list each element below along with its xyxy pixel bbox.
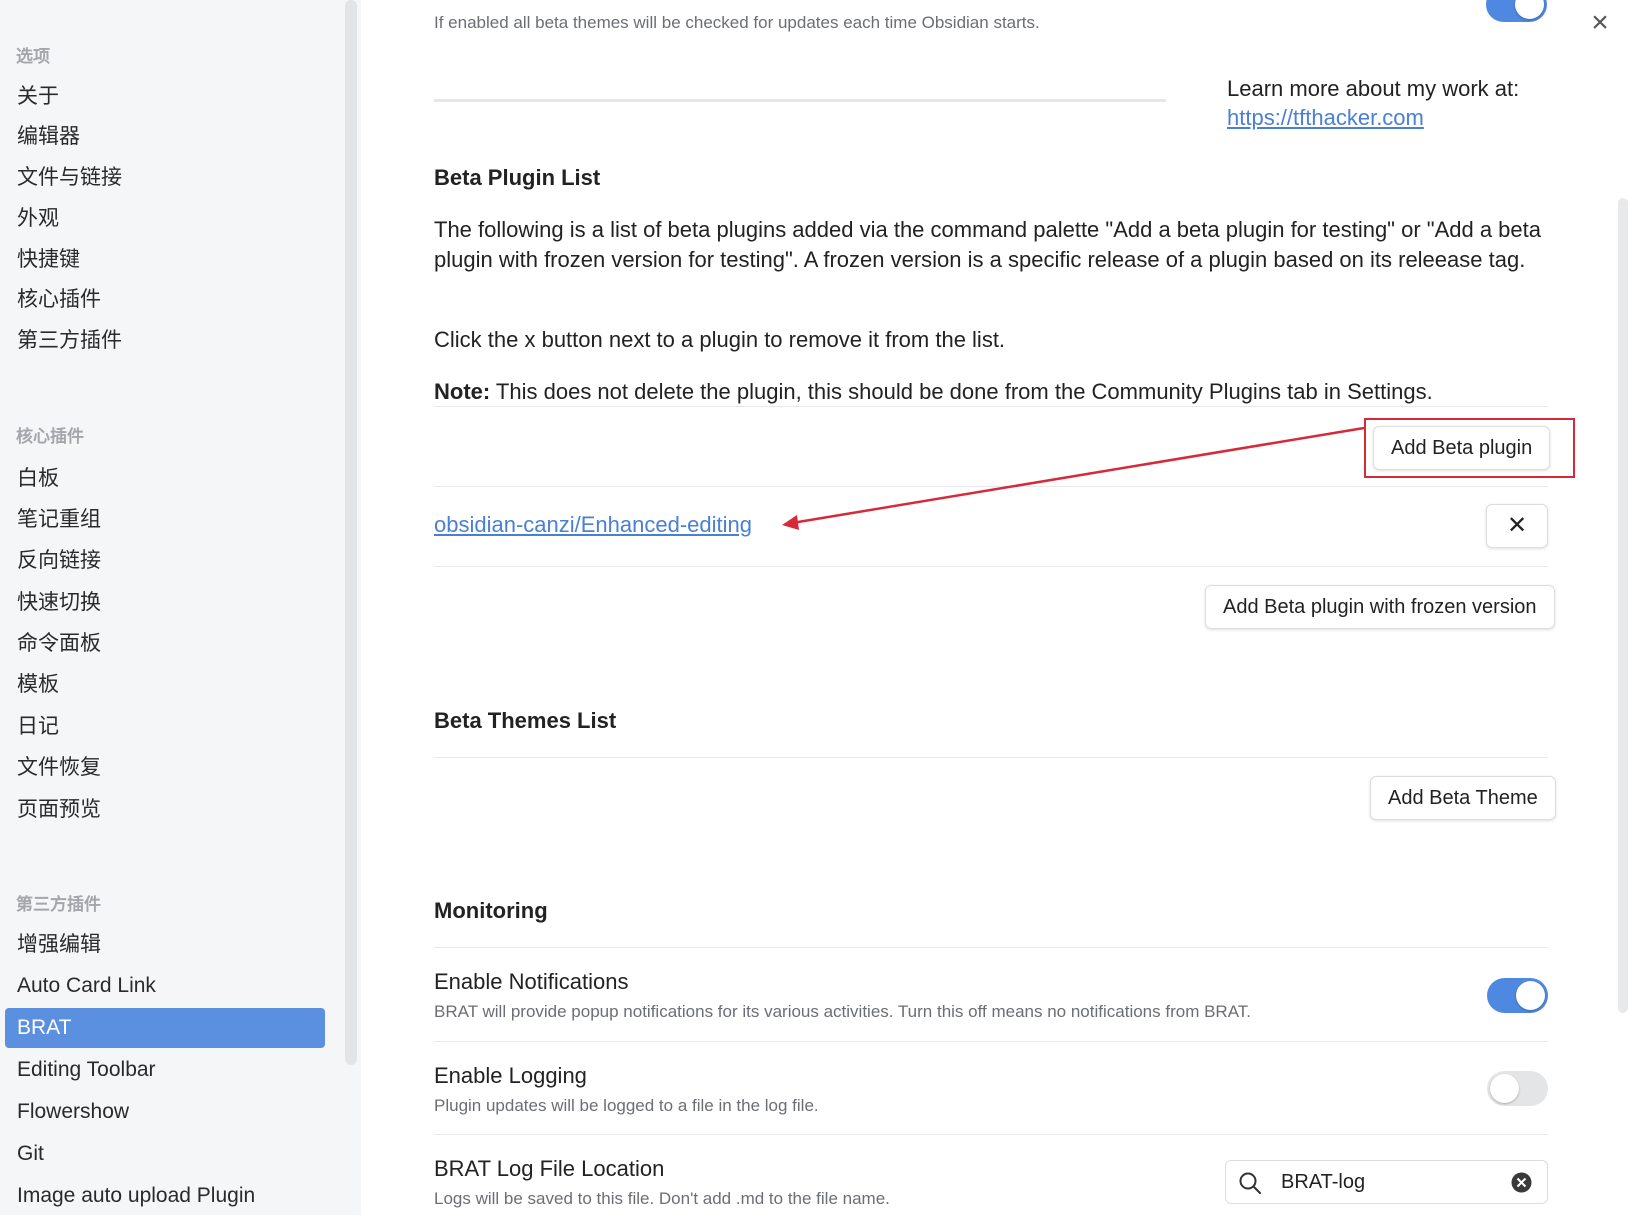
enable-logging-description: Plugin updates will be logged to a file …	[434, 1096, 819, 1115]
enable-notifications-toggle[interactable]	[1487, 978, 1548, 1013]
log-location-description: Logs will be saved to this file. Don't a…	[434, 1189, 890, 1208]
enable-notifications-description: BRAT will provide popup notifications fo…	[434, 1002, 1251, 1021]
divider	[434, 757, 1548, 758]
divider	[434, 566, 1548, 567]
page-scrollbar[interactable]	[1618, 198, 1628, 1013]
log-location-input[interactable]: BRAT-log	[1225, 1160, 1548, 1204]
clear-input-icon[interactable]	[1511, 1172, 1532, 1193]
enable-notifications-name: Enable Notifications	[434, 969, 629, 994]
add-beta-theme-button[interactable]: Add Beta Theme	[1370, 776, 1556, 820]
search-icon	[1239, 1172, 1261, 1194]
beta-themes-list-heading: Beta Themes List	[434, 708, 617, 733]
divider	[434, 1041, 1548, 1042]
toggle-knob	[1516, 981, 1545, 1010]
divider	[434, 947, 1548, 948]
add-frozen-plugin-button[interactable]: Add Beta plugin with frozen version	[1205, 585, 1555, 629]
log-location-value: BRAT-log	[1281, 1171, 1366, 1193]
toggle-knob	[1490, 1074, 1519, 1103]
enable-logging-name: Enable Logging	[434, 1063, 587, 1088]
enable-logging-toggle[interactable]	[1487, 1071, 1548, 1106]
log-location-name: BRAT Log File Location	[434, 1156, 665, 1181]
divider	[434, 1134, 1548, 1135]
monitoring-heading: Monitoring	[434, 898, 548, 923]
